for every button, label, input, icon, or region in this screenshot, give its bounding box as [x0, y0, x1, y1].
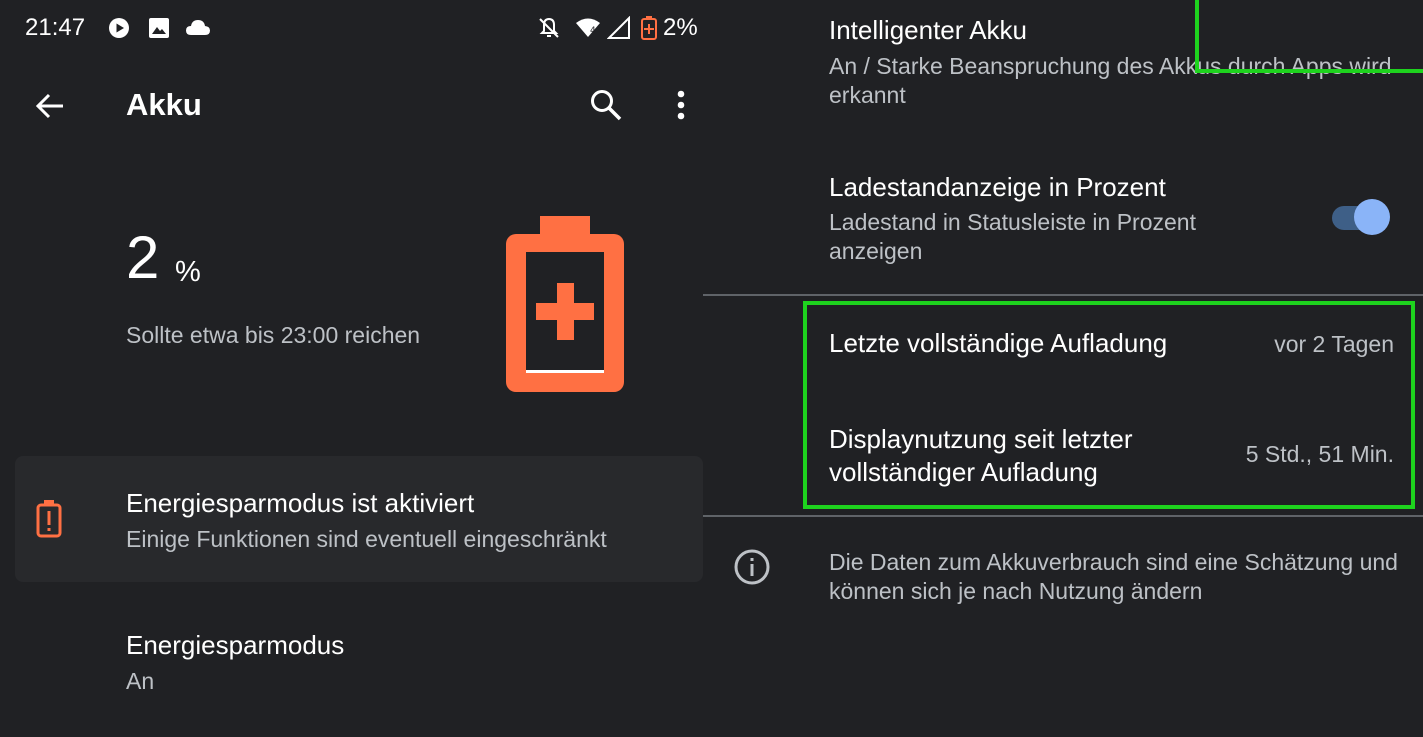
battery-saver-banner[interactable]	[15, 456, 703, 582]
signal-icon	[606, 15, 631, 45]
battery-saver-setting[interactable]	[0, 600, 703, 720]
status-time: 21:47	[25, 14, 86, 41]
usage-estimate-note: Die Daten zum Akkuverbrauch sind eine Sc…	[829, 549, 1398, 604]
cloud-icon	[185, 16, 211, 45]
arrow-back-icon[interactable]	[34, 90, 66, 127]
page-title: Akku	[126, 87, 202, 122]
notifications-off-icon	[537, 16, 561, 45]
battery-alert-icon	[36, 500, 62, 543]
highlight-box-corner	[1195, 0, 1423, 73]
battery-charging-large-icon	[506, 216, 624, 397]
image-icon	[147, 16, 171, 45]
divider	[703, 294, 1423, 296]
battery-saver-setting-state: An	[126, 668, 155, 694]
battery-level: 2	[126, 224, 160, 291]
highlight-box	[803, 301, 1415, 509]
svg-text:4: 4	[590, 26, 596, 36]
smart-battery-title: Intelligenter Akku	[829, 15, 1028, 45]
battery-estimate: Sollte etwa bis 23:00 reichen	[126, 322, 421, 348]
battery-saver-banner-subtitle: Einige Funktionen sind eventuell eingesc…	[126, 526, 607, 552]
more-vert-icon[interactable]	[674, 89, 688, 128]
media-play-icon	[107, 16, 131, 45]
battery-saver-setting-title: Energiesparmodus	[126, 630, 345, 660]
battery-charging-icon	[639, 16, 659, 45]
percentage-toggle-thumb[interactable]	[1354, 199, 1390, 235]
search-icon[interactable]	[589, 88, 623, 127]
battery-saver-banner-title: Energiesparmodus ist aktiviert	[126, 488, 475, 518]
wifi-icon: 4	[575, 16, 601, 45]
divider	[703, 515, 1423, 517]
info-icon	[733, 548, 771, 591]
percentage-setting-title: Ladestandanzeige in Prozent	[829, 172, 1166, 202]
percentage-setting-subtitle: Ladestand in Statusleiste in Prozent anz…	[829, 209, 1196, 264]
battery-level-unit: %	[175, 256, 201, 288]
status-battery-percent: 2%	[663, 14, 698, 41]
